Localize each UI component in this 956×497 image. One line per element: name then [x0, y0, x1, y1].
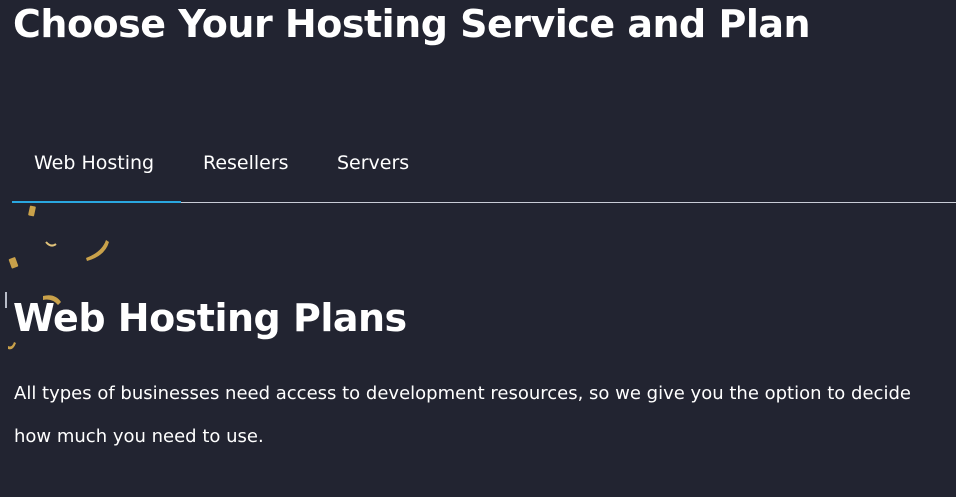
section-title: Web Hosting Plans	[13, 296, 407, 340]
tab-resellers[interactable]: Resellers	[181, 124, 315, 202]
hosting-tabs: Web Hosting Resellers Servers	[12, 124, 956, 203]
tab-web-hosting[interactable]: Web Hosting	[12, 124, 181, 203]
section-description: All types of businesses need access to d…	[14, 383, 911, 447]
tab-servers[interactable]: Servers	[315, 124, 435, 202]
page-title: Choose Your Hosting Service and Plan	[13, 2, 811, 46]
